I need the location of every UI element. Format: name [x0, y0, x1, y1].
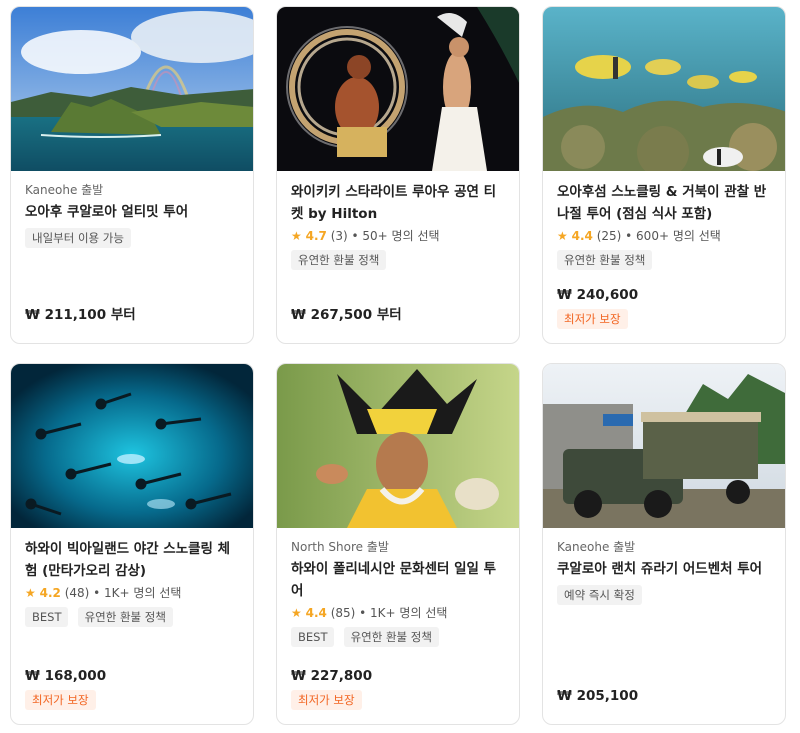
- tour-card[interactable]: Kaneohe 출발 쿠알로아 랜치 쥬라기 어드벤처 투어 예약 즉시 확정 …: [542, 363, 786, 725]
- rating-row: ★ 4.4 (25) • 600+ 명의 선택: [557, 227, 773, 245]
- price-block: ₩ 267,500 부터: [291, 305, 507, 325]
- currency-symbol: ₩: [291, 307, 306, 323]
- rating-score: 4.2: [39, 586, 61, 600]
- review-count: (85): [330, 606, 356, 620]
- tag: 내일부터 이용 가능: [25, 228, 131, 248]
- rating-row: ★ 4.4 (85) • 1K+ 명의 선택: [291, 604, 507, 622]
- tag-list: BEST 유연한 환불 정책: [25, 606, 241, 627]
- price-block: ₩ 168,000 최저가 보장: [25, 666, 241, 710]
- tag: 유연한 환불 정책: [557, 250, 653, 270]
- rating-row: ★ 4.2 (48) • 1K+ 명의 선택: [25, 584, 241, 602]
- tour-image[interactable]: [543, 7, 785, 171]
- price-value: 211,100: [44, 307, 107, 323]
- star-icon: ★: [291, 229, 302, 243]
- rating-row: ★ 4.7 (3) • 50+ 명의 선택: [291, 227, 507, 245]
- booking-count: • 600+ 명의 선택: [625, 229, 721, 243]
- tag: 유연한 환불 정책: [291, 250, 387, 270]
- tour-image[interactable]: [543, 364, 785, 528]
- currency-symbol: ₩: [557, 287, 572, 303]
- tour-title[interactable]: 하와이 빅아일랜드 야간 스노클링 체험 (만타가오리 감상): [25, 538, 241, 582]
- tag-list: BEST 유연한 환불 정책: [291, 626, 507, 647]
- tag: 유연한 환불 정책: [77, 607, 173, 627]
- rating-score: 4.4: [571, 229, 593, 243]
- tour-card[interactable]: 오아후섬 스노클링 & 거북이 관찰 반나절 투어 (점심 식사 포함) ★ 4…: [542, 6, 786, 344]
- star-icon: ★: [557, 229, 568, 243]
- tour-image[interactable]: [277, 364, 519, 528]
- booking-count: • 50+ 명의 선택: [351, 229, 440, 243]
- price-block: ₩ 227,800 최저가 보장: [291, 666, 507, 710]
- price-block: ₩ 240,600 최저가 보장: [557, 285, 773, 329]
- price-value: 168,000: [44, 668, 107, 684]
- tag: 예약 즉시 확정: [557, 585, 642, 605]
- price: ₩ 168,000: [25, 666, 241, 686]
- price: ₩ 205,100: [557, 686, 773, 706]
- tour-title[interactable]: 쿠알로아 랜치 쥬라기 어드벤처 투어: [557, 558, 773, 580]
- currency-symbol: ₩: [25, 668, 40, 684]
- tour-title[interactable]: 하와이 폴리네시안 문화센터 일일 투어: [291, 558, 507, 602]
- currency-symbol: ₩: [557, 688, 572, 704]
- rating-score: 4.7: [305, 229, 327, 243]
- best-tag: BEST: [25, 607, 69, 627]
- tour-title[interactable]: 오아후섬 스노클링 & 거북이 관찰 반나절 투어 (점심 식사 포함): [557, 181, 773, 225]
- star-icon: ★: [291, 606, 302, 620]
- review-count: (25): [596, 229, 622, 243]
- price: ₩ 267,500 부터: [291, 305, 507, 325]
- tag-list: 유연한 환불 정책: [291, 249, 507, 270]
- price-block: ₩ 205,100: [557, 686, 773, 706]
- tour-title[interactable]: 오아후 쿠알로아 얼티밋 투어: [25, 201, 241, 223]
- tour-grid: Kaneohe 출발 오아후 쿠알로아 얼티밋 투어 내일부터 이용 가능 ₩ …: [0, 0, 800, 733]
- tour-image[interactable]: [277, 7, 519, 171]
- booking-count: • 1K+ 명의 선택: [359, 606, 448, 620]
- star-icon: ★: [25, 586, 36, 600]
- rating-score: 4.4: [305, 606, 327, 620]
- departure-label: Kaneohe 출발: [25, 183, 104, 197]
- review-count: (48): [64, 586, 90, 600]
- tour-image[interactable]: [11, 7, 253, 171]
- price-value: 267,500: [310, 307, 373, 323]
- best-tag: BEST: [291, 627, 335, 647]
- booking-count: • 1K+ 명의 선택: [93, 586, 182, 600]
- price: ₩ 240,600: [557, 285, 773, 305]
- tour-card[interactable]: Kaneohe 출발 오아후 쿠알로아 얼티밋 투어 내일부터 이용 가능 ₩ …: [10, 6, 254, 344]
- price: ₩ 227,800: [291, 666, 507, 686]
- tour-image[interactable]: [11, 364, 253, 528]
- tag-list: 유연한 환불 정책: [557, 249, 773, 270]
- price: ₩ 211,100 부터: [25, 305, 241, 325]
- departure-label: North Shore 출발: [291, 540, 389, 554]
- currency-symbol: ₩: [291, 668, 306, 684]
- tour-card[interactable]: North Shore 출발 하와이 폴리네시안 문화센터 일일 투어 ★ 4.…: [276, 363, 520, 725]
- price-suffix: 부터: [376, 307, 402, 323]
- price-value: 240,600: [576, 287, 639, 303]
- price-block: ₩ 211,100 부터: [25, 305, 241, 325]
- price-value: 227,800: [310, 668, 373, 684]
- lowest-price-badge: 최저가 보장: [25, 690, 96, 710]
- tour-title[interactable]: 와이키키 스타라이트 루아우 공연 티켓 by Hilton: [291, 181, 507, 225]
- price-value: 205,100: [576, 688, 639, 704]
- price-suffix: 부터: [110, 307, 136, 323]
- tour-card[interactable]: 와이키키 스타라이트 루아우 공연 티켓 by Hilton ★ 4.7 (3)…: [276, 6, 520, 344]
- tag-list: 내일부터 이용 가능: [25, 227, 241, 248]
- review-count: (3): [330, 229, 348, 243]
- tag-list: 예약 즉시 확정: [557, 584, 773, 605]
- lowest-price-badge: 최저가 보장: [557, 309, 628, 329]
- tour-card[interactable]: 하와이 빅아일랜드 야간 스노클링 체험 (만타가오리 감상) ★ 4.2 (4…: [10, 363, 254, 725]
- lowest-price-badge: 최저가 보장: [291, 690, 362, 710]
- tag: 유연한 환불 정책: [343, 627, 439, 647]
- currency-symbol: ₩: [25, 307, 40, 323]
- departure-label: Kaneohe 출발: [557, 540, 636, 554]
